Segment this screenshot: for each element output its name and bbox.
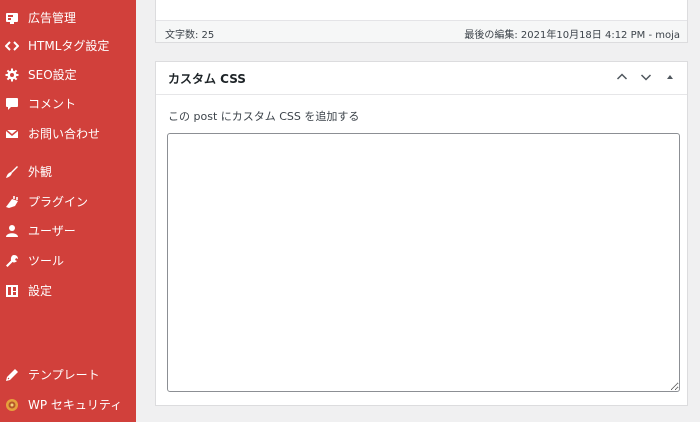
post-editor: 文字数: 25 最後の編集: 2021年10月18日 4:12 PM - moj… [155, 0, 688, 43]
metabox-header: カスタム CSS [156, 62, 687, 95]
wrench-icon [5, 254, 19, 268]
sidebar-item-contact[interactable]: お問い合わせ [0, 121, 136, 147]
chevron-up-icon [616, 73, 628, 80]
sidebar-item-label: 広告管理 [28, 11, 77, 25]
gear-icon [5, 68, 19, 82]
user-icon [5, 224, 19, 238]
sidebar-item-appearance[interactable]: 外観 [0, 159, 136, 185]
sidebar-item-html-tag[interactable]: HTMLタグ設定 [0, 33, 136, 59]
mail-icon [5, 127, 19, 141]
plugin-icon [5, 195, 19, 209]
metabox-title: カスタム CSS [168, 72, 246, 86]
sidebar-item-settings[interactable]: 設定 [0, 278, 136, 304]
sidebar-item-users[interactable]: ユーザー [0, 218, 136, 244]
settings-icon [5, 284, 19, 298]
sidebar-item-label: SEO設定 [28, 68, 77, 82]
sidebar-item-wp-security[interactable]: WP セキュリティ [0, 392, 136, 418]
sidebar-item-plugins[interactable]: プラグイン [0, 189, 136, 215]
chevron-down-icon [640, 74, 652, 81]
custom-css-textarea[interactable] [167, 133, 680, 392]
word-count: 文字数: 25 [165, 30, 215, 41]
move-down-button[interactable] [637, 68, 655, 86]
sidebar-item-seo[interactable]: SEO設定 [0, 62, 136, 88]
admin-sidebar: 広告管理 HTMLタグ設定 SEO設定 コメント お問い合わせ 外観 プラグイン… [0, 0, 136, 422]
sidebar-item-label: ツール [28, 254, 65, 268]
toggle-panel-button[interactable] [661, 68, 679, 86]
shield-icon [5, 398, 19, 412]
sidebar-item-ads[interactable]: 広告管理 [0, 5, 136, 31]
custom-css-metabox: カスタム CSS この post にカスタム CSS を追加する [155, 61, 688, 406]
sidebar-item-label: テンプレート [28, 368, 100, 382]
comment-icon [5, 97, 19, 111]
move-up-button[interactable] [613, 68, 631, 86]
sidebar-item-label: ユーザー [28, 224, 76, 238]
sidebar-item-label: 設定 [28, 284, 53, 298]
last-edited: 最後の編集: 2021年10月18日 4:12 PM - moja [464, 30, 680, 41]
sidebar-item-templates[interactable]: テンプレート [0, 362, 136, 388]
sidebar-item-label: 外観 [28, 165, 53, 179]
triangle-up-icon [667, 75, 673, 79]
sidebar-item-label: WP セキュリティ [28, 398, 123, 412]
sidebar-item-label: HTMLタグ設定 [28, 39, 110, 53]
editor-status-bar: 文字数: 25 最後の編集: 2021年10月18日 4:12 PM - moj… [156, 20, 687, 42]
metabox-controls [613, 68, 679, 86]
sidebar-item-tools[interactable]: ツール [0, 248, 136, 274]
sidebar-item-label: プラグイン [28, 195, 89, 209]
sidebar-item-comments[interactable]: コメント [0, 91, 136, 117]
code-icon [5, 39, 19, 53]
brush-icon [5, 165, 19, 179]
metabox-description: この post にカスタム CSS を追加する [168, 110, 360, 123]
sidebar-item-label: コメント [28, 97, 77, 111]
pencil-icon [5, 368, 19, 382]
sidebar-item-label: お問い合わせ [28, 127, 101, 141]
ad-icon [5, 11, 19, 25]
